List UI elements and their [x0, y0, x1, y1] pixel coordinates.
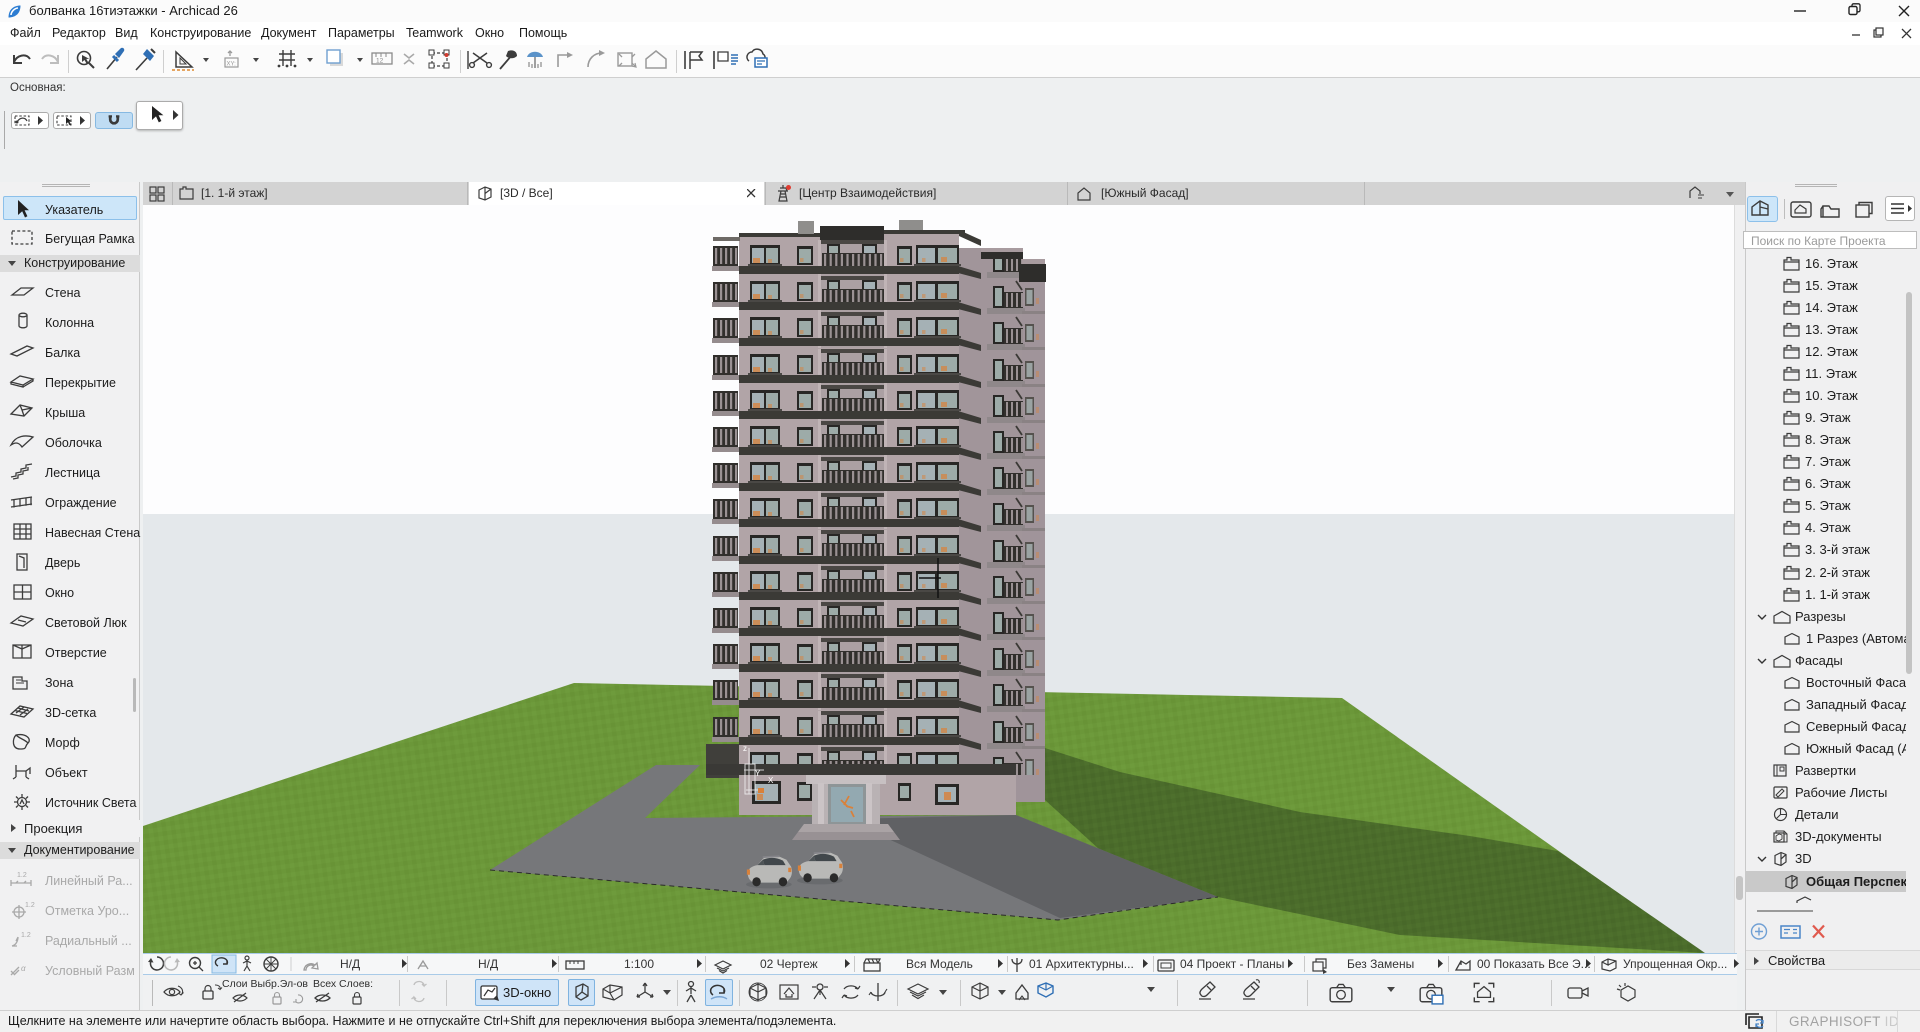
svg-text:1.2: 1.2 — [21, 932, 31, 939]
svg-text:1.2: 1.2 — [17, 872, 27, 879]
svg-text:α: α — [21, 964, 26, 973]
svg-text:12: 12 — [376, 58, 384, 65]
svg-text:XY:: XY: — [227, 62, 237, 68]
svg-text:Y: Y — [755, 769, 761, 778]
svg-text:X: X — [768, 776, 774, 785]
svg-text:1.2: 1.2 — [25, 902, 35, 909]
svg-text:z: z — [743, 744, 747, 753]
